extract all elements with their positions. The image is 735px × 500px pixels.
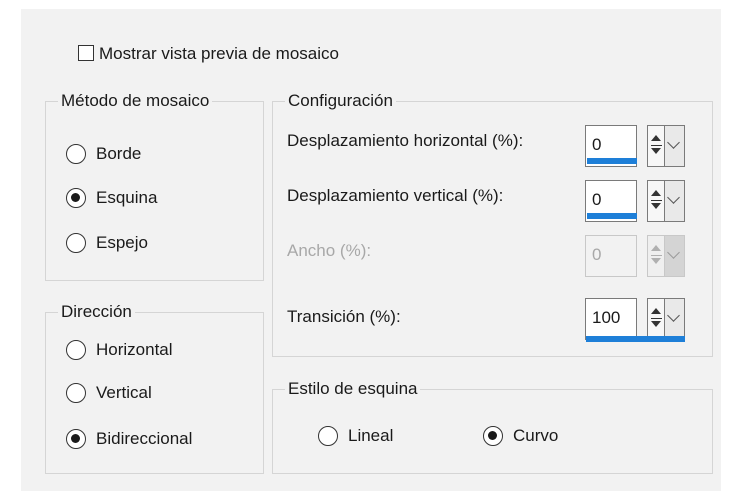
radio-horizontal-label: Horizontal [96, 340, 173, 359]
width-value: 0 [592, 245, 602, 264]
radio-esquina[interactable] [66, 188, 86, 208]
transition-spinner[interactable] [647, 298, 665, 340]
radio-lineal[interactable] [318, 426, 338, 446]
transition-label: Transición (%): [287, 307, 401, 326]
width-input: 0 [585, 235, 637, 277]
vertical-offset-input[interactable]: 0 [585, 180, 637, 222]
radio-vertical-label: Vertical [96, 383, 152, 402]
direction-title: Dirección [58, 302, 135, 322]
radio-curvo[interactable] [483, 426, 503, 446]
vertical-offset-spinner[interactable] [647, 180, 665, 222]
vertical-offset-bar [587, 213, 637, 219]
preview-checkbox-label: Mostrar vista previa de mosaico [99, 44, 339, 63]
horizontal-offset-input[interactable]: 0 [585, 125, 637, 167]
horizontal-offset-label: Desplazamiento horizontal (%): [287, 131, 524, 150]
transition-input[interactable]: 100 [585, 298, 637, 340]
radio-esquina-label: Esquina [96, 188, 158, 207]
horizontal-offset-value: 0 [592, 135, 602, 154]
horizontal-offset-bar [587, 158, 637, 164]
radio-horizontal[interactable] [66, 340, 86, 360]
width-label: Ancho (%): [287, 241, 372, 260]
vertical-offset-value: 0 [592, 190, 602, 209]
corner-style-title: Estilo de esquina [285, 379, 421, 399]
configuration-title: Configuración [285, 91, 396, 111]
radio-bidireccional[interactable] [66, 429, 86, 449]
transition-dropdown[interactable] [665, 298, 685, 340]
tile-method-title: Método de mosaico [58, 91, 213, 111]
vertical-offset-label: Desplazamiento vertical (%): [287, 186, 504, 205]
radio-espejo-label: Espejo [96, 233, 148, 252]
horizontal-offset-dropdown[interactable] [665, 125, 685, 167]
preview-checkbox[interactable] [78, 45, 94, 61]
width-dropdown [665, 235, 685, 277]
radio-borde-label: Borde [96, 144, 142, 163]
radio-curvo-label: Curvo [513, 426, 559, 445]
chevron-down-icon [667, 309, 680, 322]
radio-bidireccional-label: Bidireccional [96, 429, 193, 448]
horizontal-offset-spinner[interactable] [647, 125, 665, 167]
width-spinner [647, 235, 665, 277]
radio-espejo[interactable] [66, 233, 86, 253]
transition-bar [586, 336, 685, 342]
transition-value: 100 [592, 308, 621, 327]
radio-lineal-label: Lineal [348, 426, 394, 445]
chevron-down-icon [667, 191, 680, 204]
chevron-down-icon [667, 246, 680, 259]
vertical-offset-dropdown[interactable] [665, 180, 685, 222]
chevron-down-icon [667, 136, 680, 149]
radio-vertical[interactable] [66, 383, 86, 403]
radio-borde[interactable] [66, 144, 86, 164]
